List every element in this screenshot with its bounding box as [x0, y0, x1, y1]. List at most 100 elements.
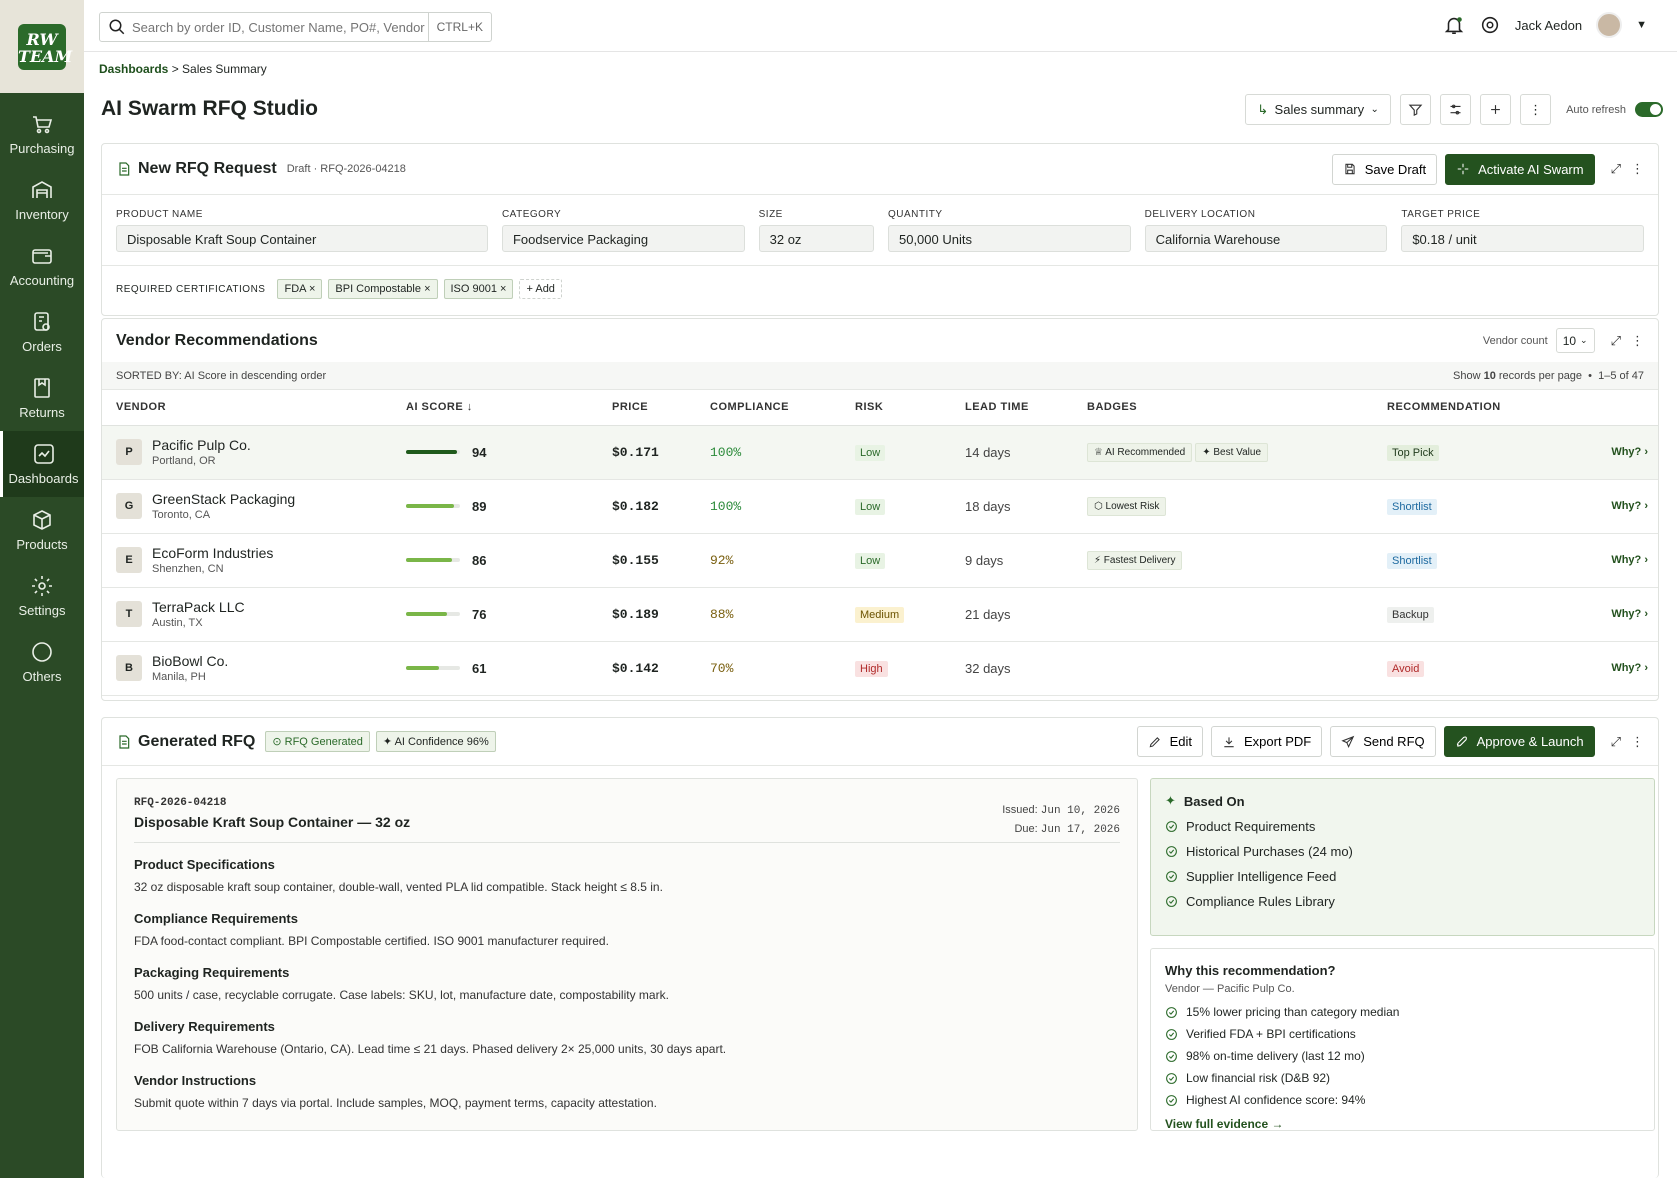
vendor-name[interactable]: BioBowl Co. — [152, 653, 228, 669]
field-value[interactable]: 50,000 Units — [887, 225, 1131, 252]
user-name[interactable]: Jack Aedon — [1515, 18, 1582, 33]
quantity-field[interactable]: QUANTITY 50,000 Units — [887, 209, 1131, 252]
col-risk[interactable]: RISK — [841, 390, 951, 426]
avatar[interactable] — [1596, 12, 1623, 38]
col-vendor[interactable]: VENDOR — [102, 390, 392, 426]
sparkle-icon: ✦ — [1165, 793, 1176, 808]
add-cert-button[interactable]: + Add — [519, 279, 562, 299]
ai-score: 76 — [472, 606, 487, 622]
col-recommendation[interactable]: RECOMMENDATION — [1373, 390, 1573, 426]
vendor-count-select[interactable]: 10 ⌄ — [1555, 328, 1595, 353]
col-ai-score[interactable]: AI SCORE ↓ — [392, 390, 598, 426]
chevron-down-icon[interactable]: ▼ — [1636, 19, 1647, 31]
auto-refresh-toggle[interactable] — [1635, 102, 1663, 117]
sidebar-item-orders[interactable]: Orders — [0, 299, 84, 365]
delivery-location-field[interactable]: DELIVERY LOCATION California Warehouse — [1144, 209, 1388, 252]
why-link[interactable]: Why? › — [1573, 425, 1658, 480]
vendor-name[interactable]: GreenStack Packaging — [152, 491, 295, 507]
cert-chip[interactable]: FDA × — [277, 279, 323, 299]
sidebar-item-label: Accounting — [9, 273, 75, 288]
kebab-icon[interactable]: ⋮ — [1631, 333, 1644, 349]
category-field[interactable]: CATEGORY Foodservice Packaging — [501, 209, 745, 252]
wallet-icon — [32, 249, 52, 264]
expand-icon[interactable]: ⤢ — [1611, 333, 1621, 349]
item-label: 15% lower pricing than category median — [1186, 1005, 1400, 1019]
bell-icon[interactable] — [1443, 14, 1465, 36]
recommendation-badge: Top Pick — [1387, 444, 1439, 461]
why-link[interactable]: Why? › — [1573, 479, 1658, 534]
search-box[interactable]: CTRL+K — [99, 12, 492, 42]
button-label: Send RFQ — [1363, 734, 1425, 749]
expand-icon[interactable]: ⤢ — [1611, 734, 1621, 750]
topbar: CTRL+K Jack Aedon ▼ — [84, 0, 1677, 52]
kebab-icon[interactable]: ⋮ — [1631, 161, 1644, 177]
rfq-id: RFQ-2026-04218 — [134, 797, 227, 809]
table-row[interactable]: P Pacific Pulp Co. Portland, OR 94 $0.171 … — [102, 425, 1658, 480]
sidebar-item-products[interactable]: Products — [0, 497, 84, 563]
show-count[interactable]: 10 — [1484, 370, 1496, 382]
field-value[interactable]: California Warehouse — [1144, 225, 1388, 252]
risk-badge: Low — [855, 498, 886, 515]
field-value[interactable]: $0.18 / unit — [1401, 225, 1644, 252]
vendor-name[interactable]: TerraPack LLC — [152, 599, 245, 615]
vendor-name[interactable]: Pacific Pulp Co. — [152, 437, 251, 453]
export-pdf-button[interactable]: Export PDF — [1211, 726, 1323, 757]
add-button[interactable] — [1480, 94, 1512, 125]
activate-ai-swarm-button[interactable]: Activate AI Swarm — [1445, 153, 1595, 185]
gear-icon — [32, 576, 52, 596]
send-rfq-button[interactable]: Send RFQ — [1330, 726, 1436, 757]
sidebar-item-returns[interactable]: Returns — [0, 365, 84, 431]
badges-cell: ♕ AI Recommended ✦ Best Value — [1073, 425, 1373, 480]
col-price[interactable]: PRICE — [598, 390, 696, 426]
size-field[interactable]: SIZE 32 oz — [758, 209, 874, 252]
field-value[interactable]: Foodservice Packaging — [501, 225, 745, 252]
sidebar-item-accounting[interactable]: Accounting — [0, 233, 84, 299]
col-lead-time[interactable]: LEAD TIME — [951, 390, 1073, 426]
edit-button[interactable]: Edit — [1136, 726, 1204, 757]
close-icon[interactable]: × — [424, 283, 430, 295]
field-value[interactable]: 32 oz — [758, 225, 874, 252]
vendor-compliance: 88% — [710, 607, 734, 622]
kebab-icon[interactable]: ⋮ — [1631, 734, 1644, 750]
sidebar-item-settings[interactable]: Settings — [0, 563, 84, 629]
field-value[interactable]: Disposable Kraft Soup Container — [116, 225, 488, 252]
vendor-price: $0.155 — [612, 553, 659, 568]
product-name-field[interactable]: PRODUCT NAME Disposable Kraft Soup Contai… — [116, 209, 488, 252]
filter-button[interactable] — [1400, 94, 1432, 125]
search-input[interactable] — [132, 19, 428, 35]
send-icon — [1341, 735, 1355, 748]
sidebar-item-others[interactable]: Others — [0, 629, 84, 695]
ai-score: 94 — [472, 444, 487, 460]
table-row[interactable]: B BioBowl Co. Manila, PH 61 $0.142 70% Hig… — [102, 641, 1658, 696]
adjust-button[interactable] — [1440, 94, 1472, 125]
approve-launch-button[interactable]: Approve & Launch — [1443, 726, 1595, 757]
save-draft-button[interactable]: Save Draft — [1331, 153, 1438, 185]
view-select[interactable]: ↳ Sales summary ⌄ — [1245, 94, 1392, 125]
why-link[interactable]: Why? › — [1573, 587, 1658, 642]
view-evidence-link[interactable]: View full evidence → — [1165, 1117, 1284, 1131]
table-row[interactable]: G GreenStack Packaging Toronto, CA 89 $0.1… — [102, 479, 1658, 534]
table-row[interactable]: T TerraPack LLC Austin, TX 76 $0.189 88% M… — [102, 587, 1658, 642]
why-link[interactable]: Why? › — [1573, 641, 1658, 696]
more-button[interactable]: ⋮ — [1520, 94, 1552, 125]
close-icon[interactable]: × — [500, 283, 506, 295]
cert-chip[interactable]: BPI Compostable × — [328, 279, 438, 299]
app-logo[interactable]: RW TEAM — [18, 23, 72, 70]
table-row[interactable]: E EcoForm Industries Shenzhen, CN 86 $0.15… — [102, 533, 1658, 588]
sidebar-item-inventory[interactable]: Inventory — [0, 167, 84, 233]
target-price-field[interactable]: TARGET PRICE $0.18 / unit — [1401, 209, 1644, 252]
sidebar-item-purchasing[interactable]: Purchasing — [0, 101, 84, 167]
chip-label: FDA — [284, 283, 306, 295]
breadcrumb-link[interactable]: Dashboards — [99, 62, 168, 76]
col-compliance[interactable]: COMPLIANCE — [696, 390, 841, 426]
why-link[interactable]: Why? › — [1573, 533, 1658, 588]
cert-chip[interactable]: ISO 9001 × — [443, 279, 514, 299]
close-icon[interactable]: × — [309, 283, 315, 295]
expand-icon[interactable]: ⤢ — [1611, 161, 1621, 177]
sidebar-item-dashboards[interactable]: Dashboards — [0, 431, 84, 497]
gear-icon[interactable] — [1479, 14, 1501, 36]
vendor-name[interactable]: EcoForm Industries — [152, 545, 273, 561]
sparkle-icon: ✦ — [382, 736, 393, 748]
returns-icon — [34, 378, 50, 398]
vendor-badge: ✦ Best Value — [1195, 442, 1269, 462]
